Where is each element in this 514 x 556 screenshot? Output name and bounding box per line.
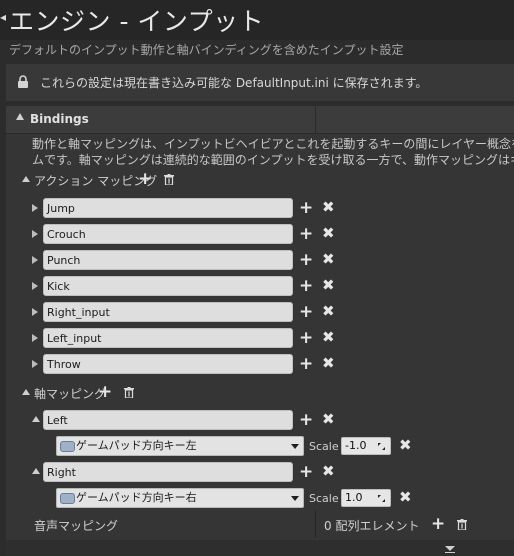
scale-input[interactable]: 1.0: [341, 489, 391, 507]
expand-arrow-icon[interactable]: [32, 204, 38, 212]
axis-collapse-icon[interactable]: [32, 416, 40, 422]
axis-mappings-label: 軸マッピング: [34, 387, 107, 401]
remove-key-button[interactable]: ✖: [399, 438, 412, 453]
bindings-description-line2: ムです。軸マッピングは連続的な範囲のインプットを受け取る一方で、動作マッピングは…: [32, 153, 514, 167]
action-name-field[interactable]: Jump: [43, 198, 293, 218]
spin-arrows-icon[interactable]: [377, 494, 386, 503]
expand-arrow-icon[interactable]: [32, 308, 38, 316]
speech-mappings-label: 音声マッピング: [34, 519, 119, 533]
add-key-button[interactable]: +: [299, 412, 313, 429]
remove-button[interactable]: ✖: [322, 412, 335, 427]
scale-label: Scale: [309, 492, 339, 505]
scale-value: -1.0: [345, 439, 367, 452]
axis-name-field[interactable]: Right: [43, 462, 293, 482]
remove-button[interactable]: ✖: [322, 226, 335, 241]
add-key-button[interactable]: +: [299, 356, 313, 373]
lock-icon: [18, 75, 28, 88]
trash-icon[interactable]: [164, 174, 174, 185]
advanced-expander-bar[interactable]: [6, 540, 514, 556]
chevron-down-icon: [291, 444, 299, 449]
action-name-field[interactable]: Left_input: [43, 328, 293, 348]
add-axis-mapping-button[interactable]: +: [98, 384, 112, 401]
expand-arrow-icon[interactable]: [32, 360, 38, 368]
expand-advanced-icon[interactable]: [445, 546, 455, 551]
spin-arrows-icon[interactable]: [377, 442, 386, 451]
axis-name-field[interactable]: Left: [43, 410, 293, 430]
chevron-down-icon: [291, 496, 299, 501]
key-select[interactable]: ゲームパッド方向キー左: [56, 436, 304, 456]
action-name-field[interactable]: Crouch: [43, 224, 293, 244]
expand-arrow-icon[interactable]: [32, 230, 38, 238]
notice-text: これらの設定は現在書き込み可能な DefaultInput.ini に保存されま…: [40, 76, 428, 90]
add-key-button[interactable]: +: [299, 278, 313, 295]
expand-advanced-line: [445, 552, 455, 553]
scale-value: 1.0: [345, 491, 363, 504]
remove-key-button[interactable]: ✖: [399, 490, 412, 505]
column-divider: [315, 106, 316, 133]
add-key-button[interactable]: +: [299, 304, 313, 321]
remove-button[interactable]: ✖: [322, 200, 335, 215]
trash-icon[interactable]: [457, 519, 467, 530]
trash-icon[interactable]: [124, 387, 134, 398]
action-name-field[interactable]: Kick: [43, 276, 293, 296]
page-title: エンジン - インプット: [9, 7, 265, 36]
remove-button[interactable]: ✖: [322, 278, 335, 293]
collapse-arrow-icon[interactable]: [16, 113, 24, 120]
key-select[interactable]: ゲームパッド方向キー右: [56, 488, 304, 508]
add-key-button[interactable]: +: [299, 252, 313, 269]
action-name-field[interactable]: Throw: [43, 354, 293, 374]
add-key-button[interactable]: +: [299, 330, 313, 347]
add-key-button[interactable]: +: [299, 226, 313, 243]
expand-arrow-icon[interactable]: [32, 334, 38, 342]
add-speech-mapping-button[interactable]: +: [431, 516, 445, 533]
remove-button[interactable]: ✖: [322, 304, 335, 319]
remove-button[interactable]: ✖: [322, 464, 335, 479]
add-key-button[interactable]: +: [299, 200, 313, 217]
expand-arrow-icon[interactable]: [32, 256, 38, 264]
expand-arrow-icon[interactable]: [32, 282, 38, 290]
scale-input[interactable]: -1.0: [341, 437, 391, 455]
array-count-text: 0 配列エレメント: [324, 519, 420, 533]
bindings-description-line1: 動作と軸マッピングは、インプットビヘイビアとこれを起動するキーの間にレイヤー概念…: [32, 137, 514, 151]
axis-collapse-icon[interactable]: [32, 468, 40, 474]
remove-button[interactable]: ✖: [322, 330, 335, 345]
add-action-mapping-button[interactable]: +: [138, 171, 152, 188]
key-select-value: ゲームパッド方向キー左: [76, 439, 197, 452]
remove-button[interactable]: ✖: [322, 356, 335, 371]
remove-button[interactable]: ✖: [322, 252, 335, 267]
gamepad-icon: [60, 441, 75, 452]
scale-label: Scale: [309, 440, 339, 453]
page-subtitle: デフォルトのインプット動作と軸バインディングを含めたインプット設定: [9, 43, 404, 57]
action-mappings-collapse-icon[interactable]: [22, 176, 30, 182]
collapse-mark-icon: ◂: [0, 10, 7, 24]
add-key-button[interactable]: +: [299, 464, 313, 481]
bindings-title: Bindings: [30, 112, 89, 126]
gamepad-icon: [60, 493, 75, 504]
action-name-field[interactable]: Right_input: [43, 302, 293, 322]
key-select-value: ゲームパッド方向キー右: [76, 491, 197, 504]
column-divider: [315, 510, 316, 538]
action-name-field[interactable]: Punch: [43, 250, 293, 270]
axis-mappings-collapse-icon[interactable]: [22, 389, 30, 395]
